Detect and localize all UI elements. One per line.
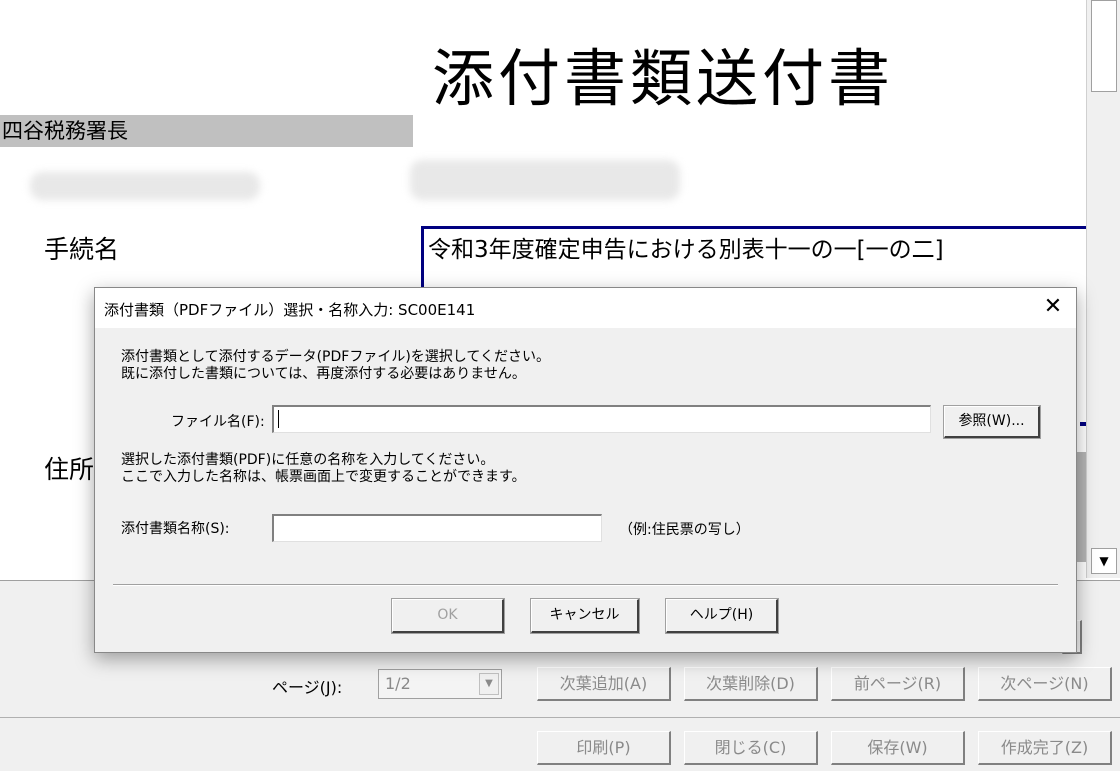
toolbar-divider [0,717,1120,718]
instruction-select-line2: 既に添付した書類については、再度添付する必要はありません。 [121,366,526,382]
address-field-fragment[interactable] [1076,452,1086,562]
attachment-name-label: 添付書類名称(S): [121,521,230,537]
save-button[interactable]: 保存(W) [831,731,965,765]
document-title: 添付書類送付書 [432,42,895,115]
finish-button[interactable]: 作成完了(Z) [978,731,1112,765]
page-select-value: 1/2 [385,674,411,693]
scrollbar-thumb[interactable] [1091,0,1117,92]
dialog-divider [113,584,1058,586]
page-label: ページ(J): [272,678,343,697]
instruction-name-line2: ここで入力した名称は、帳票画面上で変更することができます。 [121,469,526,485]
attachment-name-input[interactable] [272,514,602,542]
cancel-button[interactable]: キャンセル [530,598,640,634]
procedure-label: 手続名 [44,235,120,264]
vertical-scrollbar[interactable]: ▼ [1086,0,1120,578]
close-icon[interactable]: ✕ [1036,292,1070,324]
instruction-name-line1: 選択した添付書類(PDF)に任意の名称を入力してください。 [121,452,495,468]
page-select[interactable]: 1/2 ▼ [378,669,502,699]
print-button[interactable]: 印刷(P) [537,731,671,765]
ok-button[interactable]: OK [391,598,505,634]
address-label: 住所 [44,455,95,484]
prev-page-button[interactable]: 前ページ(R) [831,667,965,701]
delete-next-page-button[interactable]: 次葉削除(D) [684,667,818,701]
procedure-value: 令和3年度確定申告における別表十一の一[一の二] [428,237,944,263]
file-name-input[interactable] [272,405,931,433]
next-page-button[interactable]: 次ページ(N) [978,667,1112,701]
chevron-down-icon[interactable]: ▼ [479,673,499,695]
dialog-title: 添付書類（PDFファイル）選択・名称入力: SC00E141 [104,301,476,319]
dialog-titlebar[interactable]: 添付書類（PDFファイル）選択・名称入力: SC00E141 ✕ [95,288,1076,328]
scroll-down-icon[interactable]: ▼ [1091,548,1117,574]
attachment-dialog: 添付書類（PDFファイル）選択・名称入力: SC00E141 ✕ 添付書類として… [94,287,1077,653]
file-name-label: ファイル名(F): [171,414,265,430]
instruction-select-line1: 添付書類として添付するデータ(PDFファイル)を選択してください。 [121,349,550,365]
redacted-field-1 [30,172,260,200]
close-button[interactable]: 閉じる(C) [684,731,818,765]
text-caret [278,410,279,428]
help-button[interactable]: ヘルプ(H) [665,598,779,634]
redacted-field-2 [410,160,680,200]
tax-office-field[interactable]: 四谷税務署長 [0,115,413,147]
add-next-page-button[interactable]: 次葉追加(A) [537,667,671,701]
app-window: 添付書類送付書 四谷税務署長 手続名 令和3年度確定申告における別表十一の一[一… [0,0,1120,771]
browse-button[interactable]: 参照(W)... [943,405,1041,439]
name-example: （例:住民票の写し） [619,522,750,538]
